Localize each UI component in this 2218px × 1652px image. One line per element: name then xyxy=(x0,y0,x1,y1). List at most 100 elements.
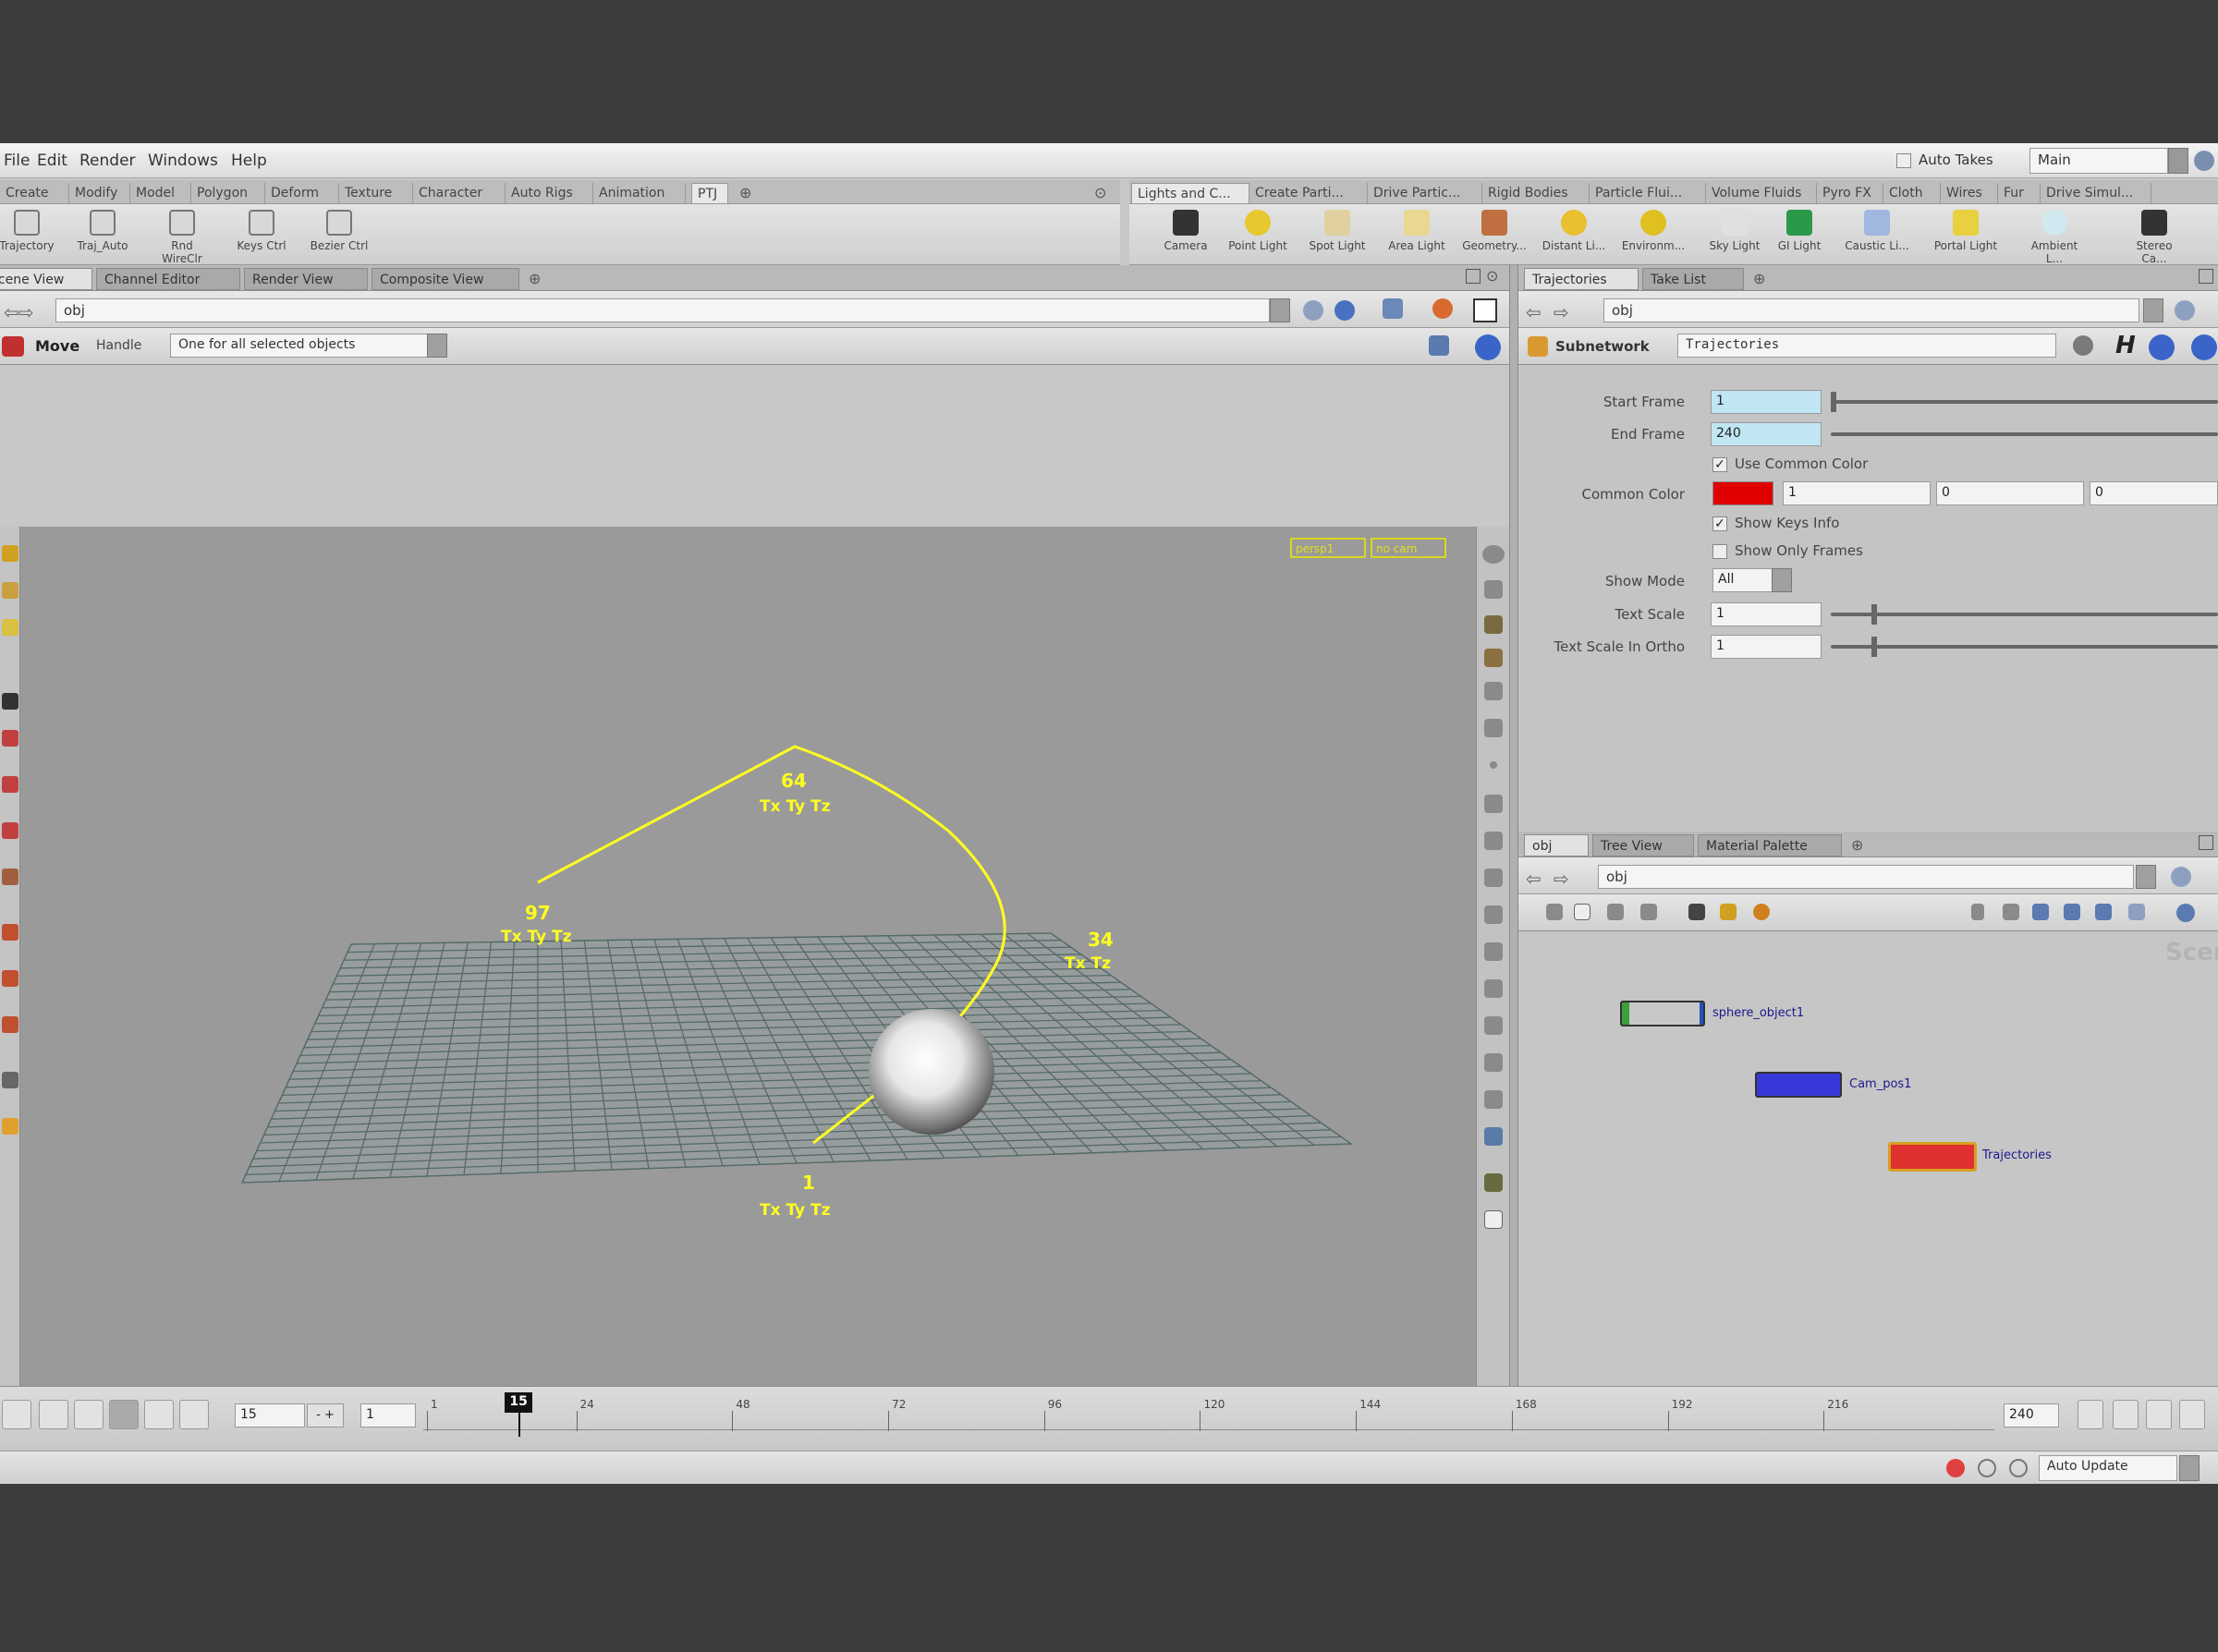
text-scale-slider-knob[interactable] xyxy=(1871,604,1877,625)
global-animation-options-button[interactable] xyxy=(2179,1400,2205,1429)
tool-camera[interactable]: Camera xyxy=(1153,210,1218,252)
tool-bezier-ctrl[interactable]: Bezier Ctrl xyxy=(307,210,372,252)
tool-gi-light[interactable]: GI Light xyxy=(1767,210,1832,252)
lighting-icon[interactable] xyxy=(1484,615,1503,634)
handle-options-icon[interactable] xyxy=(1429,335,1449,356)
param-help-icon[interactable] xyxy=(2191,334,2217,360)
shelf-tab-rigid-bodies[interactable]: Rigid Bodies xyxy=(1482,183,1590,203)
visibility-icon[interactable] xyxy=(1484,905,1503,924)
node-name-field[interactable]: Trajectories xyxy=(1677,334,2056,358)
snap-display-icon[interactable] xyxy=(1484,1090,1503,1109)
pane-splitter[interactable] xyxy=(1509,265,1518,1386)
forward-arrow-icon[interactable]: ⇨ xyxy=(18,301,34,323)
scene-path-field[interactable]: obj xyxy=(55,298,1270,322)
shelf-tab-volume-fluids[interactable]: Volume Fluids xyxy=(1706,183,1817,203)
menu-file[interactable]: File xyxy=(4,152,30,170)
network-grid-view-icon[interactable] xyxy=(2128,904,2145,920)
point-display-icon[interactable] xyxy=(1490,761,1497,769)
maximize-network-pane-icon[interactable] xyxy=(2199,835,2213,850)
shading-icon[interactable] xyxy=(1484,649,1503,667)
text-scale-field[interactable]: 1 xyxy=(1711,602,1822,626)
path-dropdown-icon[interactable] xyxy=(1270,298,1290,322)
maximize-param-pane-icon[interactable] xyxy=(2199,269,2213,284)
tool-help-icon[interactable] xyxy=(1475,334,1501,360)
tab-take-list[interactable]: Take List xyxy=(1642,268,1744,290)
timeline-playhead[interactable]: 15 xyxy=(505,1392,532,1413)
tool-caustic-light[interactable]: Caustic Li... xyxy=(1845,210,1909,252)
tab-channel-editor[interactable]: Channel Editor xyxy=(96,268,240,290)
shelf-tab-modify[interactable]: Modify xyxy=(69,183,130,203)
network-pin-icon[interactable] xyxy=(2171,867,2191,887)
bounds-icon[interactable] xyxy=(1484,979,1503,998)
play-reverse-button[interactable] xyxy=(74,1400,104,1429)
start-frame-slider-knob[interactable] xyxy=(1831,392,1836,412)
brush-tool-icon[interactable] xyxy=(2,924,18,941)
menu-windows[interactable]: Windows xyxy=(148,152,218,170)
tool-sky-light[interactable]: Sky Light xyxy=(1702,210,1767,252)
network-search-icon[interactable] xyxy=(2176,904,2195,922)
back-arrow-icon[interactable]: ⇦ xyxy=(4,301,19,323)
end-frame-slider[interactable] xyxy=(1831,432,2218,436)
network-tree-icon[interactable] xyxy=(2032,904,2049,920)
network-grid-icon[interactable] xyxy=(1640,904,1657,920)
template-icon[interactable] xyxy=(1484,869,1503,887)
auto-takes-checkbox[interactable] xyxy=(1896,153,1911,168)
common-color-r-field[interactable]: 1 xyxy=(1783,481,1931,505)
paint-tool-icon[interactable] xyxy=(2,970,18,987)
param-path-dropdown-icon[interactable] xyxy=(2143,298,2163,322)
use-common-color-checkbox[interactable]: ✓ xyxy=(1712,457,1727,472)
realtime-button[interactable] xyxy=(2113,1400,2139,1429)
sphere-object[interactable] xyxy=(869,1009,994,1135)
zoom-icon[interactable] xyxy=(1484,682,1503,700)
shelf-tab-particle-fluids[interactable]: Particle Flui... xyxy=(1590,183,1706,203)
shelf-tab-lights[interactable]: Lights and C... xyxy=(1131,183,1249,203)
play-button[interactable] xyxy=(144,1400,174,1429)
primitive-numbers-icon[interactable] xyxy=(1484,832,1503,850)
houdini-h-icon[interactable]: H xyxy=(2115,332,2136,359)
tab-tree-view[interactable]: Tree View xyxy=(1592,834,1694,856)
display-options-icon[interactable] xyxy=(1484,580,1503,599)
shelf-tab-wires[interactable]: Wires xyxy=(1941,183,1998,203)
handles-icon[interactable] xyxy=(1484,1016,1503,1035)
shelf-tab-drive-simulation[interactable]: Drive Simul... xyxy=(2041,183,2151,203)
select-tool-icon[interactable] xyxy=(2,545,18,562)
end-frame-field[interactable]: 240 xyxy=(1711,422,1822,446)
end-frame-timeline-field[interactable]: 240 xyxy=(2004,1403,2059,1427)
frame-stepper-icon[interactable]: - + xyxy=(307,1403,344,1427)
background-icon[interactable] xyxy=(1484,1127,1503,1146)
shelf-tab-deform[interactable]: Deform xyxy=(265,183,339,203)
scale-tool-icon[interactable] xyxy=(2,776,18,793)
network-branch-icon[interactable] xyxy=(2064,904,2080,920)
snapshot-icon[interactable] xyxy=(1473,298,1497,322)
node-sphere-object[interactable] xyxy=(1620,1001,1705,1026)
stop-cook-icon[interactable] xyxy=(1946,1459,1965,1477)
tool-portal-light[interactable]: Portal Light xyxy=(1933,210,1998,252)
handle-tool-icon[interactable] xyxy=(2,869,18,885)
text-scale-ortho-field[interactable]: 1 xyxy=(1711,635,1822,659)
menu-help[interactable]: Help xyxy=(231,152,267,170)
common-color-swatch[interactable] xyxy=(1712,481,1773,505)
shelf-tab-ptj[interactable]: PTJ xyxy=(691,183,728,203)
tool-area-light[interactable]: Area Light xyxy=(1384,210,1449,252)
normals-icon[interactable] xyxy=(1484,795,1503,813)
step-forward-button[interactable] xyxy=(179,1400,209,1429)
auto-update-select[interactable]: Auto Update xyxy=(2039,1455,2177,1481)
info-icon[interactable] xyxy=(2149,334,2175,360)
step-field[interactable]: 1 xyxy=(360,1403,416,1427)
move-tool-side-icon[interactable] xyxy=(2,730,18,747)
cube-view-icon[interactable] xyxy=(1383,298,1403,319)
camera-menu-icon[interactable] xyxy=(1482,545,1505,564)
tab-obj[interactable]: obj xyxy=(1524,834,1589,856)
network-sticky-icon[interactable] xyxy=(1574,904,1590,920)
shelf-tab-cloth[interactable]: Cloth xyxy=(1883,183,1941,203)
pointer-tool-icon[interactable] xyxy=(2,693,18,710)
refresh-icon[interactable] xyxy=(2009,1459,2028,1477)
network-box-icon[interactable] xyxy=(1607,904,1624,920)
link-icon[interactable] xyxy=(1334,300,1355,321)
handle-mode-select[interactable]: One for all selected objects xyxy=(170,334,442,358)
render-region-icon[interactable] xyxy=(1432,298,1453,319)
network-path-dropdown-icon[interactable] xyxy=(2136,865,2156,889)
camera-badge-nocam[interactable]: no cam xyxy=(1376,542,1417,555)
tool-geometry-light[interactable]: Geometry... xyxy=(1462,210,1527,252)
viewport-layout-icon[interactable] xyxy=(1484,1173,1503,1192)
